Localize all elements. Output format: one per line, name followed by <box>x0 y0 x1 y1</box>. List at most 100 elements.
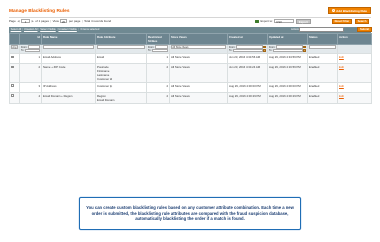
plus-icon: + <box>331 7 336 13</box>
cell-created: Aug 29, 2016 4:00:00 PM <box>227 81 268 93</box>
page-input[interactable]: 1 <box>21 19 31 24</box>
col-updated-at[interactable]: Updated at <box>267 33 308 45</box>
table-row[interactable]: 3 IP Address Customer Ip 2 All Store Vie… <box>9 81 372 93</box>
select-visible-link[interactable]: Select Visible <box>40 28 56 31</box>
page-label: Page <box>9 19 16 23</box>
cell-status: Enabled <box>307 91 338 104</box>
strikes-to-input[interactable] <box>152 48 168 53</box>
calendar-icon[interactable] <box>303 45 306 49</box>
massaction-separator-4: | <box>77 28 79 32</box>
cell-strikes: 2 <box>146 91 170 104</box>
table-row[interactable]: 1 Email Address Email 1 All Store Views … <box>9 53 372 65</box>
pager: Page ◀ 1 ▶ of 1 pages | View 20 per page… <box>9 19 112 24</box>
cell-updated: Aug 29, 2016 4:16:56 PM <box>267 63 308 83</box>
prev-page-icon[interactable]: ◀ <box>17 19 19 23</box>
unselect-visible-link[interactable]: Unselect Visible <box>58 28 76 31</box>
pager-separator-2: | <box>81 19 83 23</box>
row-checkbox[interactable] <box>11 65 14 69</box>
cell-created: Jun 23, 2016 4:34:56 AM <box>227 53 268 65</box>
spreadsheet-icon <box>255 19 259 24</box>
store-views-filter[interactable]: All Store Views <box>171 45 226 49</box>
table-row[interactable]: 2 Name + ZIP Code Postcode Firstname Las… <box>9 63 372 83</box>
submit-button[interactable]: Submit <box>357 27 373 32</box>
calendar-icon[interactable] <box>303 49 306 53</box>
search-button[interactable]: Search <box>355 18 370 24</box>
cell-id: 3 <box>19 81 42 93</box>
cell-id: 2 <box>19 63 42 83</box>
status-filter[interactable] <box>309 45 336 49</box>
grid-headings: Id Rule Name Rule Attribute Restricted S… <box>9 33 372 45</box>
edit-link[interactable]: Edit <box>339 84 344 88</box>
reset-filter-button[interactable]: Reset Filter <box>332 18 352 24</box>
cell-strikes: 2 <box>146 81 170 93</box>
view-label: View <box>52 19 59 23</box>
edit-link[interactable]: Edit <box>339 94 344 98</box>
unselect-all-link[interactable]: Unselect All <box>24 28 38 31</box>
row-checkbox[interactable] <box>11 94 14 97</box>
cell-store-views: All Store Views <box>169 53 228 65</box>
cell-updated: Aug 29, 2016 4:34:56 PM <box>267 53 308 65</box>
pager-separator: | <box>50 19 52 23</box>
actions-select[interactable] <box>299 27 344 32</box>
col-restricted-strikes[interactable]: Restricted Strikes <box>146 33 170 45</box>
row-checkbox[interactable] <box>11 84 14 87</box>
id-to-label: To : <box>21 49 25 53</box>
cell-store-views: All Store Views <box>169 91 228 104</box>
col-rule-name[interactable]: Rule Name <box>41 33 96 45</box>
cell-status: Enabled <box>307 53 338 65</box>
per-page-label: per page <box>68 19 81 23</box>
export-format-select[interactable]: CSV <box>274 19 295 24</box>
strikes-to-label: To : <box>148 49 152 53</box>
info-callout: You can create custom blacklisting rules… <box>79 197 301 230</box>
checkbox-filter-select[interactable]: Any <box>11 45 18 49</box>
rules-grid: Id Rule Name Rule Attribute Restricted S… <box>9 33 372 104</box>
cell-rule-name: Email Address <box>41 53 96 65</box>
cell-status: Enabled <box>307 81 338 93</box>
cell-rule-name: IP Address <box>41 81 96 93</box>
updated-to-input[interactable] <box>273 48 303 53</box>
export-label: Export to: <box>260 19 273 24</box>
col-rule-attribute[interactable]: Rule Attribute <box>95 33 147 45</box>
massaction-bar: Select All | Unselect All | Select Visib… <box>9 26 373 33</box>
col-id[interactable]: Id <box>19 33 42 45</box>
items-selected: 0 items selected <box>80 28 100 32</box>
cell-rule-name: Email Domain + Region <box>41 91 96 104</box>
col-store-views[interactable]: Store Views <box>169 33 228 45</box>
export-button[interactable]: Export <box>295 19 311 24</box>
id-to-input[interactable] <box>25 48 40 53</box>
col-status[interactable]: Status <box>307 33 338 45</box>
export-controls: Export to: CSV Export <box>255 19 311 24</box>
created-to-label: To : <box>229 49 233 53</box>
page-title: Manage Blacklisting Rules <box>9 9 70 14</box>
page-count: of 1 pages <box>35 19 49 23</box>
rule-attribute-filter[interactable] <box>97 45 145 49</box>
calendar-icon[interactable] <box>263 45 266 49</box>
cell-updated: Aug 29, 2016 4:00:00 PM <box>267 81 308 93</box>
updated-to-label: To : <box>269 49 273 53</box>
cell-strikes: 1 <box>146 53 170 65</box>
col-created-at[interactable]: Created at <box>227 33 268 45</box>
row-checkbox[interactable] <box>11 55 14 59</box>
cell-rule-attribute: Postcode Firstname Lastname Customer Id <box>95 63 147 83</box>
next-page-icon[interactable]: ▶ <box>32 19 34 23</box>
cell-created: Aug 29, 2016 4:00:29 PM <box>227 91 268 104</box>
table-row[interactable]: 4 Email Domain + Region Region Email Dom… <box>9 91 372 104</box>
created-to-input[interactable] <box>233 48 263 53</box>
cell-created: Jun 23, 2016 4:34:24 AM <box>227 63 268 83</box>
per-page-select[interactable]: 20 <box>60 19 68 24</box>
cell-status: Enabled <box>307 63 338 83</box>
cell-rule-attribute: Customer Ip <box>95 81 147 93</box>
cell-strikes: 2 <box>146 63 170 83</box>
select-all-link[interactable]: Select All <box>11 28 22 31</box>
cell-store-views: All Store Views <box>169 63 228 83</box>
col-checkbox <box>9 33 20 45</box>
filter-row: Any From: To : From: To : All Store View… <box>9 43 372 55</box>
cell-id: 1 <box>19 53 42 65</box>
add-rule-button[interactable]: + Add Blacklisting Rule <box>327 7 371 14</box>
total-records: Total 4 records found <box>84 19 112 23</box>
col-action: Action <box>337 33 372 45</box>
edit-link[interactable]: Edit <box>339 65 344 69</box>
calendar-icon[interactable] <box>263 49 266 53</box>
edit-link[interactable]: Edit <box>339 55 344 59</box>
rule-name-filter[interactable] <box>43 45 94 49</box>
